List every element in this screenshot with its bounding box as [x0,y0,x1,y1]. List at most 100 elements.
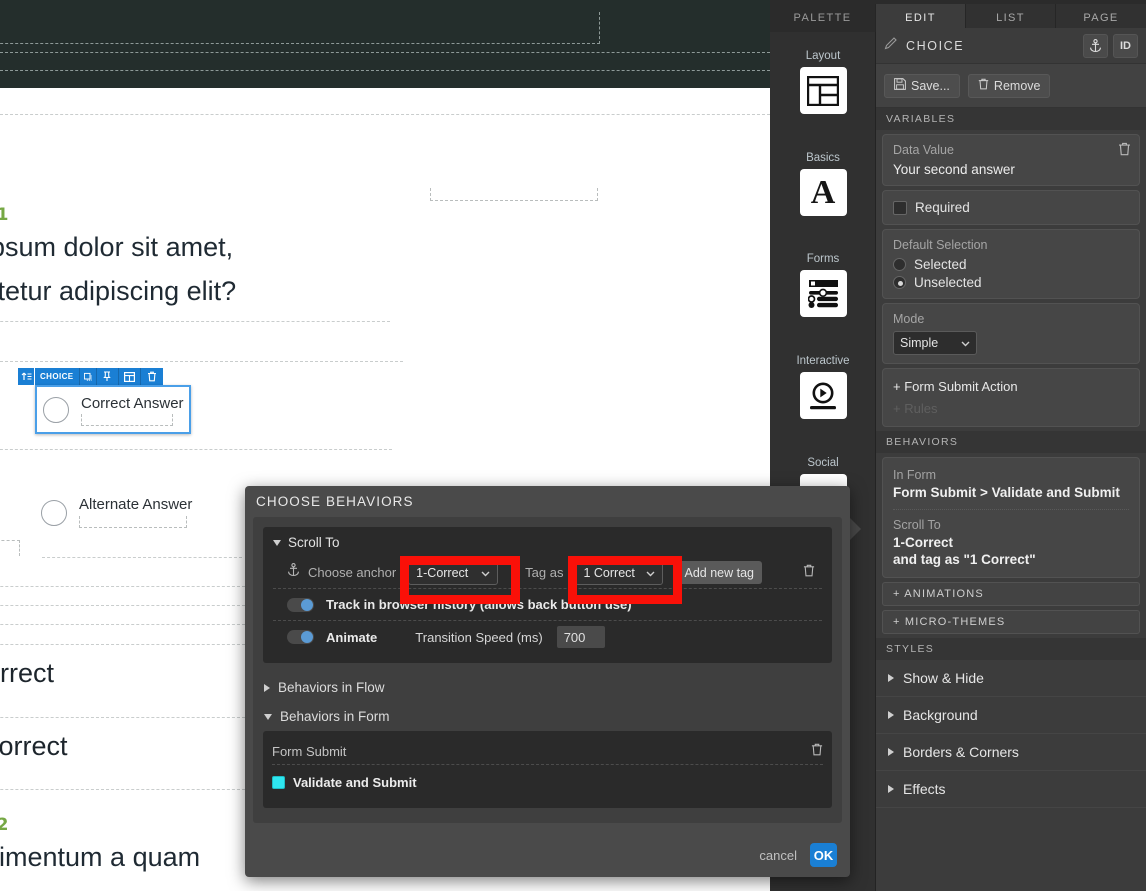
choice-radio-correct[interactable] [43,397,69,423]
data-value-text[interactable]: Your second answer [893,162,1129,177]
style-label-borders-corners: Borders & Corners [903,744,1019,760]
chevron-down-icon[interactable] [264,713,272,720]
animate-label: Animate [326,629,378,645]
animate-toggle[interactable] [287,630,314,644]
layout-icon[interactable] [118,368,141,385]
behavior-scroll-tag: and tag as "1 Correct" [893,552,1036,567]
behavior-scroll-value: 1-Correct [893,535,954,550]
chevron-right-icon [888,785,894,793]
style-row-background[interactable]: Background [876,697,1146,734]
add-new-tag-button[interactable]: Add new tag [676,561,762,584]
choice-label-correct: Correct Answer [81,395,184,412]
behavior-scroll-label: Scroll To [893,518,941,532]
default-selection-option-selected[interactable]: Selected [893,257,1129,272]
trash-icon[interactable] [811,743,823,759]
choice-move-handle-icon[interactable] [18,368,34,385]
anchor-icon-button[interactable] [1083,33,1108,58]
scroll-to-panel: Scroll To Choose anchor 1-Correct Tag as… [263,527,832,663]
tag-as-label: Tag as [525,565,564,580]
choice-widget-selected[interactable]: Correct Answer [35,385,191,434]
anchor-label-correct: orrect [0,658,55,688]
data-value-card[interactable]: Data Value Your second answer [882,134,1140,186]
validate-submit-checkbox[interactable] [272,775,285,789]
remove-label: Remove [993,78,1041,93]
choice-widget-toolbar[interactable]: CHOICE [35,368,163,385]
id-button[interactable]: ID [1113,33,1138,58]
radio-selected-icon[interactable] [893,258,906,271]
chevron-right-icon [888,711,894,719]
save-button[interactable]: Save... [884,73,960,98]
duplicate-icon[interactable] [79,368,97,385]
choice-radio-alternate[interactable] [41,500,67,526]
palette-item-basics[interactable]: Basics A [770,152,876,216]
chevron-down-icon [646,566,655,580]
option-unselected-label: Unselected [914,275,982,290]
trash-icon[interactable] [1118,142,1131,156]
default-selection-label: Default Selection [893,238,988,252]
add-rules-link[interactable]: + Rules [893,401,1129,416]
canvas-guide-box-1 [0,12,600,44]
radio-unselected-icon[interactable] [893,276,906,289]
ok-button[interactable]: OK [810,843,837,867]
behaviors-in-form-row[interactable]: Behaviors in Form [253,702,842,731]
mode-select[interactable]: Simple [893,331,977,355]
behaviors-in-form-label: Behaviors in Form [280,709,390,724]
palette-item-layout[interactable]: Layout [770,50,876,114]
chevron-right-icon [888,748,894,756]
canvas-guide-box-3 [0,540,20,556]
track-history-row: Track in browser history (allows back bu… [273,589,822,621]
question-1-line-1: ipsum dolor sit amet, [0,232,234,262]
scroll-to-header[interactable]: Scroll To [263,535,832,557]
form-submit-header: Form Submit [272,738,823,765]
form-submit-action-card: + Form Submit Action + Rules [882,368,1140,427]
question-1-label: n 1 [0,205,9,225]
add-form-submit-action-link[interactable]: + Form Submit Action [893,379,1129,394]
micro-themes-bar[interactable]: + MICRO-THEMES [882,610,1140,634]
tab-palette[interactable]: PALETTE [770,4,876,32]
style-row-show-hide[interactable]: Show & Hide [876,660,1146,697]
question-2-label: n 2 [0,815,9,835]
layout-grid-icon [799,67,847,114]
validate-and-submit-item[interactable]: Validate and Submit [272,765,823,799]
transition-speed-label: Transition Speed (ms) [415,629,543,645]
canvas-guide-line-1 [0,52,770,53]
canvas-guide-line-11 [0,644,245,645]
palette-item-interactive[interactable]: Interactive [770,355,876,419]
palette-label-basics: Basics [806,152,840,164]
pin-icon[interactable] [96,368,119,385]
chevron-right-icon[interactable] [264,683,270,692]
style-row-borders-corners[interactable]: Borders & Corners [876,734,1146,771]
behaviors-divider [893,509,1129,510]
required-card[interactable]: Required [882,190,1140,225]
animations-bar[interactable]: + ANIMATIONS [882,582,1140,606]
default-selection-option-unselected[interactable]: Unselected [893,275,1129,290]
chevron-down-icon [961,336,970,350]
palette-label-interactive: Interactive [796,355,850,367]
remove-button[interactable]: Remove [967,73,1051,98]
anchor-row: Choose anchor 1-Correct Tag as 1 Correct [273,557,822,589]
style-row-effects[interactable]: Effects [876,771,1146,808]
behaviors-in-flow-row[interactable]: Behaviors in Flow [253,673,842,702]
tag-select[interactable]: 1 Correct [575,560,664,585]
trash-icon[interactable] [803,564,815,582]
question-2-line-1: dimentum a quam [0,842,201,872]
dialog-title: CHOOSE BEHAVIORS [256,494,414,509]
canvas-guide-line-5 [0,361,403,362]
behaviors-card[interactable]: In Form Form Submit > Validate and Submi… [882,457,1140,578]
form-submit-panel: Form Submit Validate and Submit [263,731,832,808]
trash-icon[interactable] [140,368,163,385]
required-checkbox[interactable] [893,200,907,215]
anchor-select-value: 1-Correct [416,565,469,580]
chevron-down-icon[interactable] [273,539,281,546]
default-selection-card: Default Selection Selected Unselected [882,229,1140,299]
form-controls-icon [799,270,847,317]
canvas-guide-line-3 [0,114,770,115]
dialog-body: Scroll To Choose anchor 1-Correct Tag as… [253,517,842,823]
track-history-toggle[interactable] [287,597,314,612]
palette-item-forms[interactable]: Forms [770,253,876,317]
validate-and-submit-label: Validate and Submit [293,774,417,790]
transition-speed-input[interactable]: 700 [556,626,605,648]
trash-icon [978,78,989,93]
anchor-select[interactable]: 1-Correct [408,560,499,585]
cancel-button[interactable]: cancel [759,848,797,863]
